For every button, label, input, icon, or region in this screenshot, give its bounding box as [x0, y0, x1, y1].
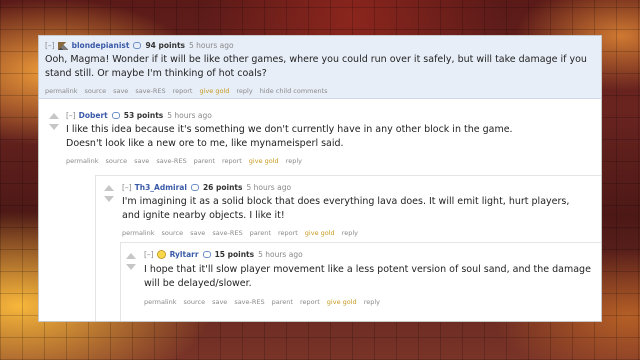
tag-bubble-icon[interactable] — [111, 112, 120, 119]
timestamp: 5 hours ago — [258, 250, 303, 259]
downvote-arrow-icon[interactable] — [104, 196, 114, 202]
comment-header: [–] Th3_Admiral 26 points 5 hours ago — [122, 183, 291, 192]
save-link[interactable]: save — [134, 157, 149, 165]
source-link[interactable]: source — [85, 87, 107, 95]
downvote-arrow-icon[interactable] — [126, 264, 136, 270]
comment-body: I like this idea because it's something … — [66, 124, 513, 149]
comment-body: I hope that it'll slow player movement l… — [144, 264, 591, 289]
timestamp: 5 hours ago — [167, 111, 212, 120]
permalink-link[interactable]: permalink — [45, 87, 78, 95]
comment-actions: permalink source save save-RES parent re… — [144, 298, 387, 306]
comment-actions: permalink source save save-RES parent re… — [66, 157, 309, 165]
reply-link[interactable]: reply — [342, 229, 358, 237]
comment-header: [–] Ryltarr 15 points 5 hours ago — [144, 250, 303, 259]
comment-th3-admiral: [–] Th3_Admiral 26 points 5 hours ago I'… — [95, 175, 601, 321]
report-link[interactable]: report — [300, 298, 320, 306]
score: 15 points — [214, 250, 255, 259]
score: 94 points — [145, 41, 185, 50]
comment-blondepianist: [–] blondepianist 94 points 5 hours ago … — [39, 36, 601, 99]
permalink-link[interactable]: permalink — [122, 229, 155, 237]
collapse-toggle[interactable]: [–] — [122, 183, 132, 192]
report-link[interactable]: report — [278, 229, 298, 237]
parent-link[interactable]: parent — [194, 157, 215, 165]
timestamp: 5 hours ago — [246, 183, 292, 192]
comment-body: I'm imagining it as a solid block that d… — [122, 196, 570, 221]
parent-link[interactable]: parent — [272, 298, 293, 306]
source-link[interactable]: source — [184, 298, 206, 306]
report-link[interactable]: report — [173, 87, 193, 95]
comment-ryltarr: [–] Ryltarr 15 points 5 hours ago I hope… — [120, 242, 601, 321]
sun-face-flair-icon — [156, 250, 166, 259]
author-link[interactable]: blondepianist — [72, 41, 130, 50]
give-gold-link[interactable]: give gold — [305, 229, 335, 237]
timestamp: 5 hours ago — [189, 41, 234, 50]
tag-bubble-icon[interactable] — [190, 184, 199, 191]
source-link[interactable]: source — [106, 157, 128, 165]
upvote-arrow-icon[interactable] — [104, 185, 114, 191]
permalink-link[interactable]: permalink — [66, 157, 99, 165]
comment-header: [–] blondepianist 94 points 5 hours ago — [45, 41, 234, 50]
give-gold-link[interactable]: give gold — [327, 298, 357, 306]
source-link[interactable]: source — [162, 229, 184, 237]
collapse-toggle[interactable]: [–] — [45, 41, 55, 50]
save-link[interactable]: save — [113, 87, 128, 95]
comment-header: [–] Dobert 53 points 5 hours ago — [66, 111, 212, 120]
collapse-toggle[interactable]: [–] — [66, 111, 76, 120]
give-gold-link[interactable]: give gold — [199, 87, 229, 95]
save-res-link[interactable]: save-RES — [156, 157, 186, 165]
reply-link[interactable]: reply — [236, 87, 252, 95]
save-link[interactable]: save — [190, 229, 205, 237]
upvote-arrow-icon[interactable] — [126, 253, 136, 259]
parent-link[interactable]: parent — [250, 229, 271, 237]
upvote-arrow-icon[interactable] — [49, 113, 59, 119]
tag-bubble-icon[interactable] — [202, 251, 211, 258]
reply-link[interactable]: reply — [286, 157, 302, 165]
pickaxe-flair-icon — [57, 41, 68, 50]
downvote-arrow-icon[interactable] — [49, 124, 59, 130]
author-link[interactable]: Dobert — [79, 111, 108, 120]
tag-bubble-icon[interactable] — [133, 42, 142, 49]
comment-thread: [–] blondepianist 94 points 5 hours ago … — [38, 35, 602, 322]
save-res-link[interactable]: save-RES — [234, 298, 264, 306]
comment-actions: permalink source save save-RES parent re… — [122, 229, 365, 237]
author-link[interactable]: Th3_Admiral — [135, 183, 187, 192]
give-gold-link[interactable]: give gold — [249, 157, 279, 165]
author-link[interactable]: Ryltarr — [170, 250, 199, 259]
permalink-link[interactable]: permalink — [144, 298, 177, 306]
collapse-toggle[interactable]: [–] — [144, 250, 154, 259]
hide-children-link[interactable]: hide child comments — [260, 87, 328, 95]
reply-link[interactable]: reply — [364, 298, 380, 306]
save-res-link[interactable]: save-RES — [135, 87, 165, 95]
comment-body: Ooh, Magma! Wonder if it will be like ot… — [45, 54, 587, 79]
save-res-link[interactable]: save-RES — [212, 229, 242, 237]
score: 26 points — [202, 183, 243, 192]
comment-actions: permalink source save save-RES report gi… — [45, 87, 335, 95]
save-link[interactable]: save — [212, 298, 227, 306]
report-link[interactable]: report — [222, 157, 242, 165]
score: 53 points — [123, 111, 164, 120]
